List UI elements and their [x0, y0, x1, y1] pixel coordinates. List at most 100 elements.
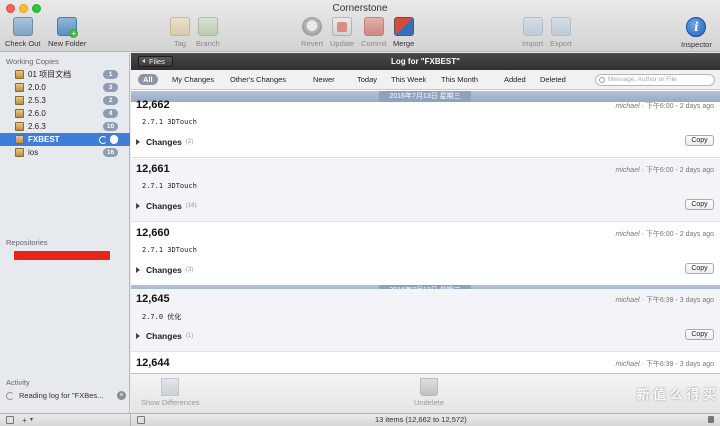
log-entry[interactable]: 12,661 michael · 下午6:00 - 2 days ago 2.7…: [131, 159, 720, 222]
working-copy-label: 2.5.3: [28, 96, 46, 105]
revert-icon: [302, 17, 323, 36]
commit-message: 2.7.0 优化: [142, 313, 182, 321]
commit-time: 下午6:00: [645, 103, 674, 110]
sidebar-toggle-button[interactable]: [6, 416, 14, 424]
import-button[interactable]: Import: [522, 17, 543, 48]
working-copy-item[interactable]: 2.6.0 4: [0, 107, 130, 120]
tag-button[interactable]: Tag: [170, 17, 190, 48]
changes-disclosure[interactable]: Changes (16): [136, 201, 197, 211]
filter-today[interactable]: Today: [357, 75, 377, 84]
author: michael: [615, 297, 640, 304]
working-copy-label: 2.0.0: [28, 83, 46, 92]
modified-count-badge: 4: [103, 109, 118, 118]
undelete-button[interactable]: Undelete: [414, 378, 444, 407]
author: michael: [615, 103, 640, 110]
activity-heading: Activity: [6, 378, 30, 387]
lock-icon: [708, 416, 714, 423]
working-copy-item[interactable]: 2.6.3 10: [0, 120, 130, 133]
working-copy-item[interactable]: 2.5.3 2: [0, 94, 130, 107]
commit-time: 下午6:39: [645, 297, 674, 304]
copy-button[interactable]: Copy: [685, 199, 714, 210]
modified-count-badge: 1: [103, 70, 118, 79]
filter-this-week[interactable]: This Week: [391, 75, 426, 84]
working-copy-label: 2.6.3: [28, 122, 46, 131]
working-copy-item[interactable]: ios 16: [0, 146, 130, 159]
disclosure-triangle-icon: [136, 203, 140, 209]
relative-date: 2 days ago: [679, 167, 714, 174]
changes-count: (3): [185, 267, 194, 273]
status-text: 13 items (12,662 to 12,572): [375, 415, 467, 424]
changes-disclosure[interactable]: Changes (2): [136, 137, 193, 147]
filter-deleted[interactable]: Deleted: [540, 75, 566, 84]
working-copy-label: 2.6.0: [28, 109, 46, 118]
filter-this-month[interactable]: This Month: [441, 75, 478, 84]
checkout-folder-icon: [12, 17, 33, 36]
add-button[interactable]: +: [22, 416, 27, 425]
filter-newer[interactable]: Newer: [313, 75, 335, 84]
revision-number: 12,661: [136, 163, 170, 175]
log-entry[interactable]: 12,645 michael · 下午6:39 - 3 days ago 2.7…: [131, 289, 720, 352]
commit-button[interactable]: Commit: [361, 17, 387, 48]
working-copy-item[interactable]: FXBEST: [0, 133, 130, 146]
check-out-button[interactable]: Check Out: [5, 17, 40, 48]
empty-badge: [110, 135, 118, 144]
merge-button[interactable]: Merge: [393, 17, 414, 48]
log-toggle-button[interactable]: [137, 416, 145, 424]
filter-my-changes[interactable]: My Changes: [172, 75, 214, 84]
entry-meta: michael · 下午6:39 - 3 days ago: [615, 297, 714, 304]
relative-date: 3 days ago: [679, 297, 714, 304]
entry-meta: michael · 下午6:00 - 2 days ago: [615, 167, 714, 174]
changes-label: Changes: [146, 331, 182, 341]
cancel-activity-icon[interactable]: ×: [117, 391, 126, 400]
inspector-label: Inspector: [681, 40, 712, 49]
branch-button[interactable]: Branch: [196, 17, 220, 48]
update-button[interactable]: Update: [330, 17, 354, 48]
revision-number: 12,660: [136, 227, 170, 239]
filter-added[interactable]: Added: [504, 75, 526, 84]
export-button[interactable]: Export: [550, 17, 572, 48]
tag-icon: [170, 17, 190, 36]
working-copy-label: 01 项目文档: [28, 70, 72, 79]
revision-number: 12,645: [136, 293, 170, 305]
add-menu-chevron-icon[interactable]: ▾: [30, 416, 33, 425]
watermark-logo: 新 值 么 得 买: [636, 387, 716, 402]
changes-disclosure[interactable]: Changes (1): [136, 331, 193, 341]
log-entry[interactable]: 12,662 michael · 下午6:00 - 2 days ago 2.7…: [131, 95, 720, 158]
commit-message: 2.7.1 3DTouch: [142, 246, 197, 254]
working-copy-icon: [15, 83, 24, 92]
log-entry[interactable]: 12,660 michael · 下午6:00 - 2 days ago 2.7…: [131, 223, 720, 286]
working-copy-icon: [15, 70, 24, 79]
author: michael: [615, 167, 640, 174]
copy-button[interactable]: Copy: [685, 329, 714, 340]
filter-others-changes[interactable]: Other's Changes: [230, 75, 286, 84]
revert-button[interactable]: Revert: [301, 17, 323, 48]
revision-number: 12,662: [136, 99, 170, 111]
show-differences-button[interactable]: Show Differences: [141, 378, 200, 407]
trash-icon: [420, 378, 439, 396]
progress-spinner-icon: [6, 391, 14, 400]
author: michael: [615, 361, 640, 368]
copy-button[interactable]: Copy: [685, 135, 714, 146]
filter-all[interactable]: All: [138, 74, 158, 85]
log-search-input[interactable]: Message, Author or File: [595, 74, 715, 86]
window-title: Cornerstone: [332, 3, 388, 14]
new-folder-button[interactable]: New Folder: [48, 17, 86, 48]
import-label: Import: [522, 39, 544, 48]
update-icon: [332, 17, 353, 36]
status-bar: + ▾ 13 items (12,662 to 12,572): [0, 413, 720, 426]
changes-count: (16): [185, 203, 197, 209]
inspector-button[interactable]: i Inspector: [681, 17, 712, 49]
working-copy-item[interactable]: 2.0.0 3: [0, 81, 130, 94]
modified-count-badge: 2: [103, 96, 118, 105]
modified-count-badge: 10: [103, 122, 118, 131]
loading-spinner-icon: [99, 135, 107, 144]
new-folder-icon: [57, 17, 79, 38]
copy-button[interactable]: Copy: [685, 263, 714, 274]
new-folder-label: New Folder: [48, 39, 87, 48]
commit-time: 下午6:00: [645, 167, 674, 174]
modified-count-badge: 3: [103, 83, 118, 92]
working-copy-item[interactable]: 01 项目文档 1: [0, 68, 130, 81]
disclosure-triangle-icon: [136, 333, 140, 339]
entry-meta: michael · 下午6:00 - 2 days ago: [615, 231, 714, 238]
changes-disclosure[interactable]: Changes (3): [136, 265, 193, 275]
